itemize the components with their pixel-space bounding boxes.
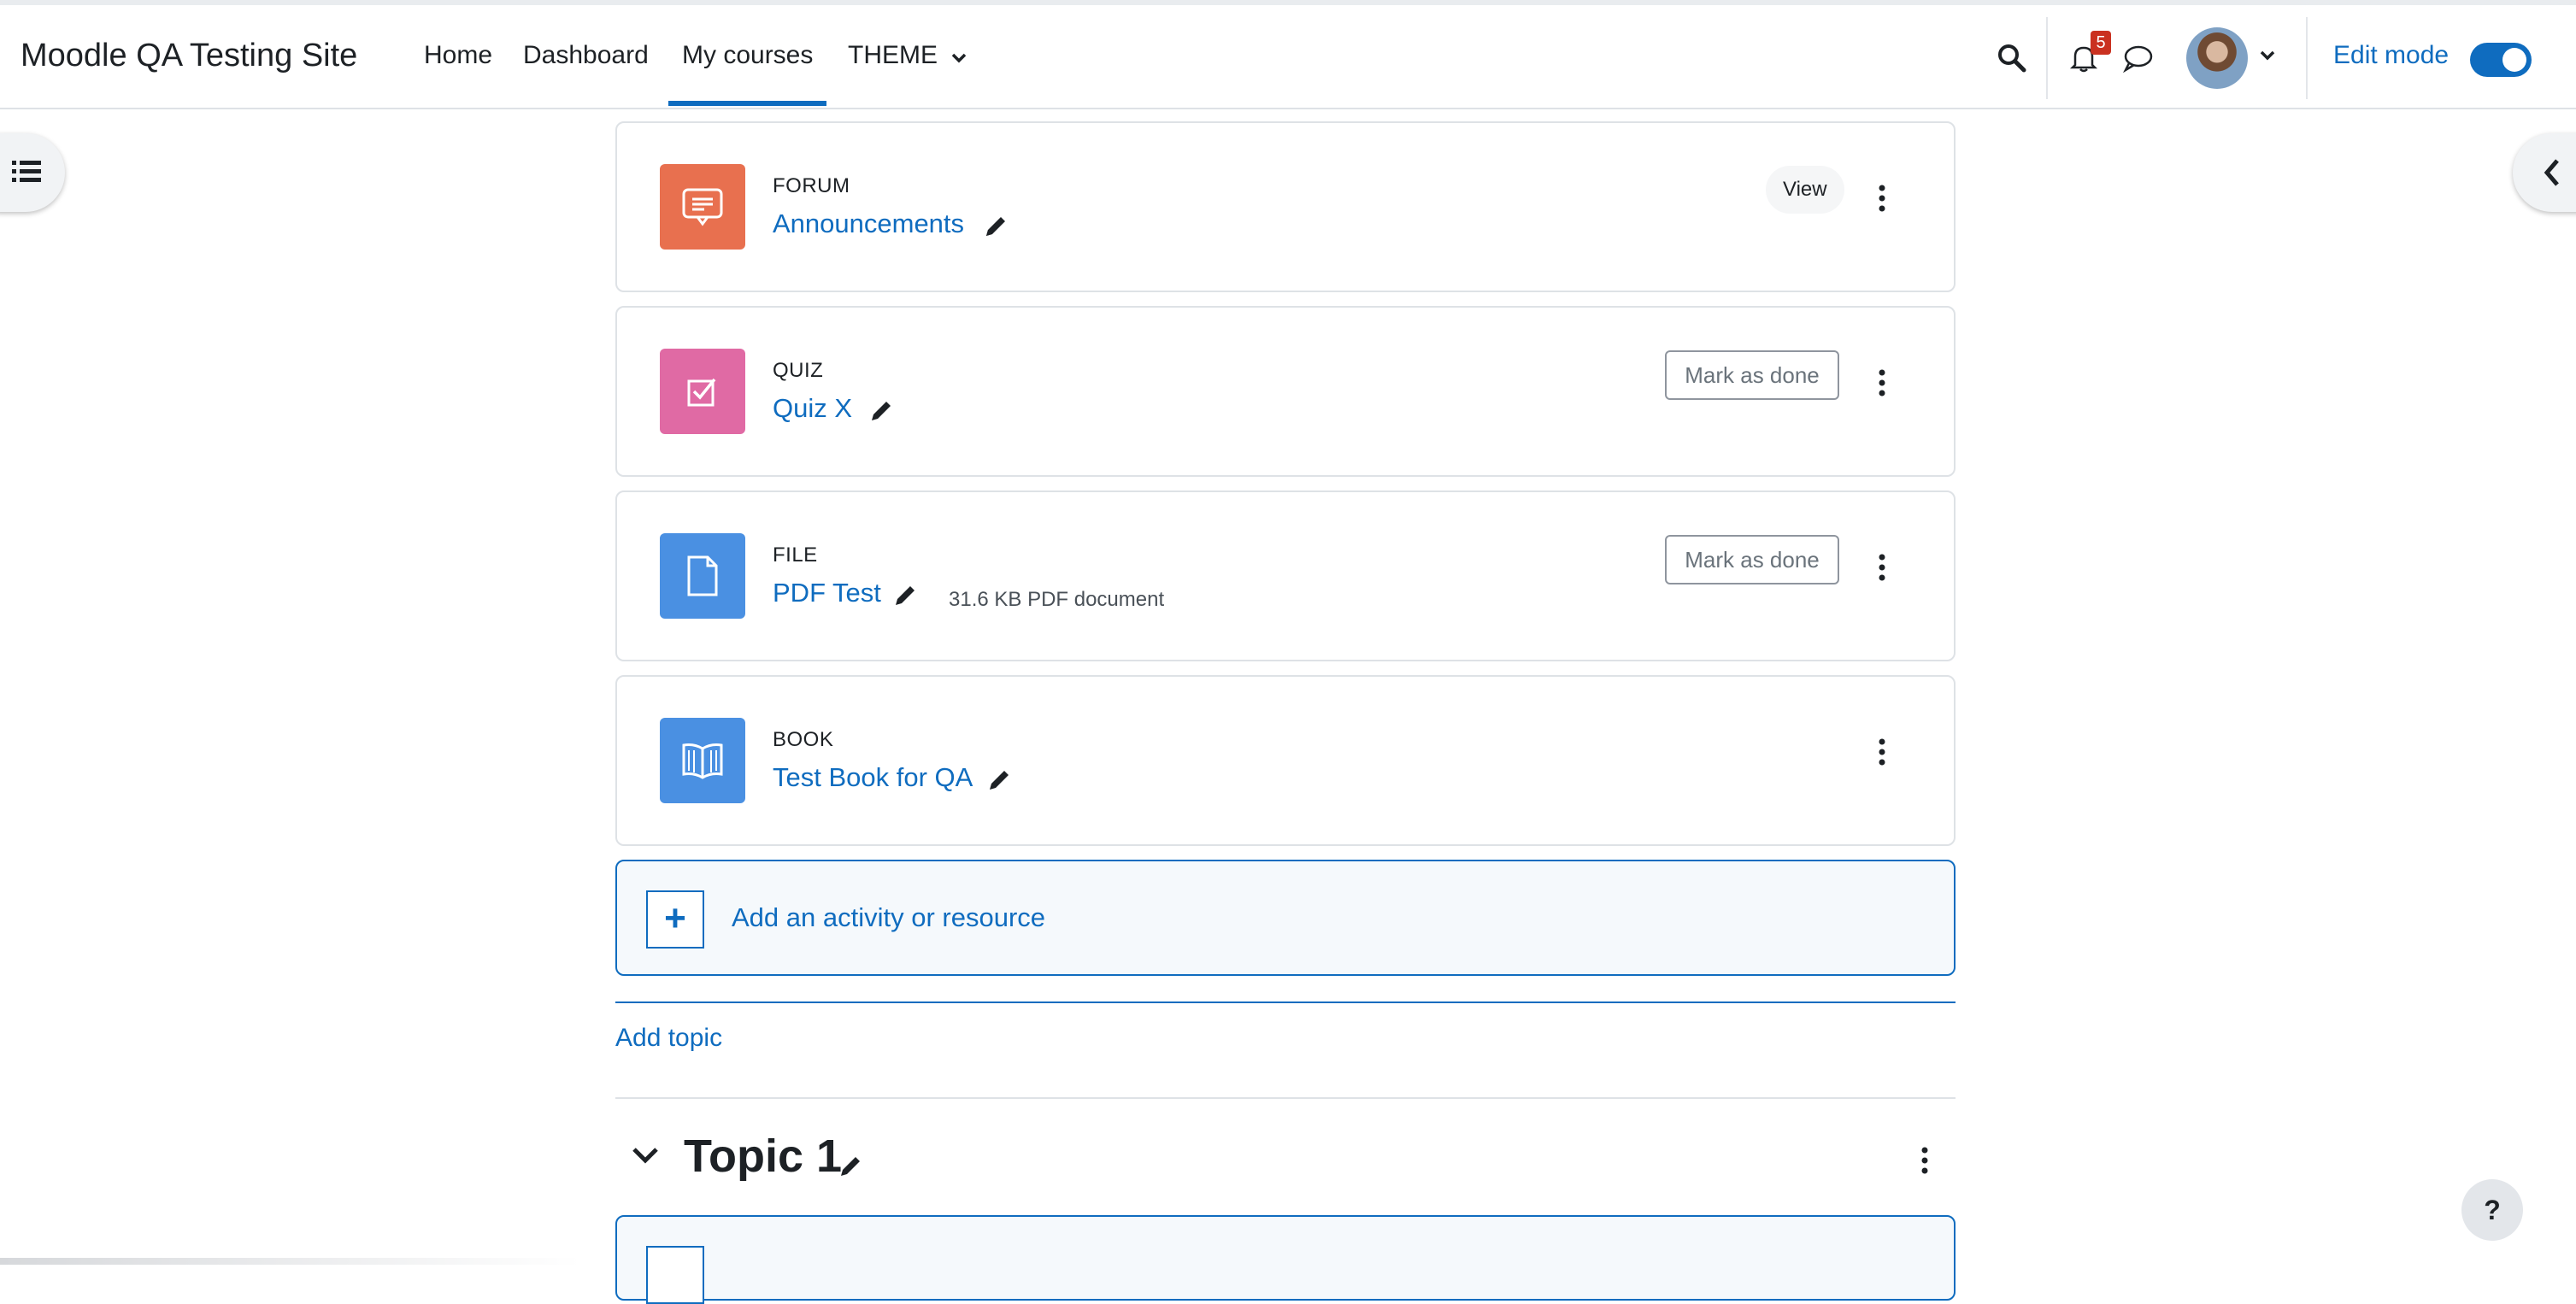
activity-card-quiz: QUIZ Quiz X Mark as done xyxy=(615,306,1956,477)
section-separator xyxy=(615,1097,1956,1099)
nav-theme-label: THEME xyxy=(848,41,938,69)
navbar: Moodle QA Testing Site Home Dashboard My… xyxy=(0,5,2576,109)
divider xyxy=(2306,17,2308,99)
block-drawer-toggle[interactable] xyxy=(2513,133,2576,212)
edit-pencil-icon[interactable] xyxy=(892,583,918,613)
chevron-down-icon xyxy=(951,42,967,71)
collapse-chevron-icon[interactable] xyxy=(631,1145,660,1170)
add-activity-button[interactable]: + Add an activity or resource xyxy=(615,860,1956,976)
section-kebab-menu-icon[interactable] xyxy=(1916,1143,1933,1178)
mark-as-done-button[interactable]: Mark as done xyxy=(1665,350,1839,400)
file-details: 31.6 KB PDF document xyxy=(949,588,1165,611)
kebab-menu-icon[interactable] xyxy=(1873,735,1891,769)
add-activity-button-partial[interactable] xyxy=(615,1215,1956,1304)
notification-count-badge: 5 xyxy=(2091,31,2111,55)
list-icon xyxy=(12,159,41,189)
plus-icon: + xyxy=(646,890,704,949)
help-button[interactable]: ? xyxy=(2461,1179,2523,1241)
kebab-menu-icon[interactable] xyxy=(1873,181,1891,215)
activity-type: BOOK xyxy=(773,728,834,751)
activity-name-link[interactable]: PDF Test xyxy=(773,578,881,608)
add-topic-link[interactable]: Add topic xyxy=(615,1024,722,1053)
mark-as-done-button[interactable]: Mark as done xyxy=(1665,535,1839,584)
chevron-left-icon xyxy=(2542,157,2562,192)
plus-icon xyxy=(646,1246,704,1304)
divider xyxy=(2046,17,2048,99)
site-name[interactable]: Moodle QA Testing Site xyxy=(21,38,357,74)
activity-card-file: FILE PDF Test 31.6 KB PDF document Mark … xyxy=(615,490,1956,661)
user-menu-chevron-icon[interactable] xyxy=(2260,50,2275,66)
section-divider xyxy=(615,1001,1956,1003)
nav-my-courses[interactable]: My courses xyxy=(668,41,827,106)
kebab-menu-icon[interactable] xyxy=(1873,550,1891,584)
file-icon xyxy=(660,533,745,619)
edit-pencil-icon[interactable] xyxy=(983,214,1009,244)
course-index-drawer-toggle[interactable] xyxy=(0,133,65,212)
activity-type: QUIZ xyxy=(773,359,824,382)
quiz-icon xyxy=(660,349,745,434)
edit-pencil-icon[interactable] xyxy=(838,1154,863,1184)
activity-type: FILE xyxy=(773,543,818,567)
activity-type: FORUM xyxy=(773,174,850,197)
nav-theme[interactable]: THEME xyxy=(848,41,967,71)
edit-pencil-icon[interactable] xyxy=(868,398,894,428)
forum-icon xyxy=(660,164,745,250)
footer-shadow xyxy=(0,1258,581,1265)
view-button[interactable]: View xyxy=(1766,166,1844,214)
add-activity-label: Add an activity or resource xyxy=(732,902,1046,932)
activity-name-link[interactable]: Announcements xyxy=(773,209,964,239)
activity-card-book: BOOK Test Book for QA xyxy=(615,675,1956,846)
edit-pencil-icon[interactable] xyxy=(986,767,1012,797)
nav-dashboard[interactable]: Dashboard xyxy=(523,41,649,70)
activity-name-link[interactable]: Test Book for QA xyxy=(773,762,973,793)
activity-card-forum: FORUM Announcements View xyxy=(615,121,1956,292)
section-title: Topic 1 xyxy=(684,1131,843,1182)
activity-name-link[interactable]: Quiz X xyxy=(773,393,852,424)
search-icon[interactable] xyxy=(1997,43,2027,78)
kebab-menu-icon[interactable] xyxy=(1873,366,1891,400)
edit-mode-label: Edit mode xyxy=(2333,41,2450,69)
avatar[interactable] xyxy=(2186,27,2248,89)
messages-icon[interactable] xyxy=(2121,43,2155,78)
book-icon xyxy=(660,718,745,803)
nav-home[interactable]: Home xyxy=(424,41,492,70)
edit-mode-toggle[interactable] xyxy=(2470,43,2532,77)
